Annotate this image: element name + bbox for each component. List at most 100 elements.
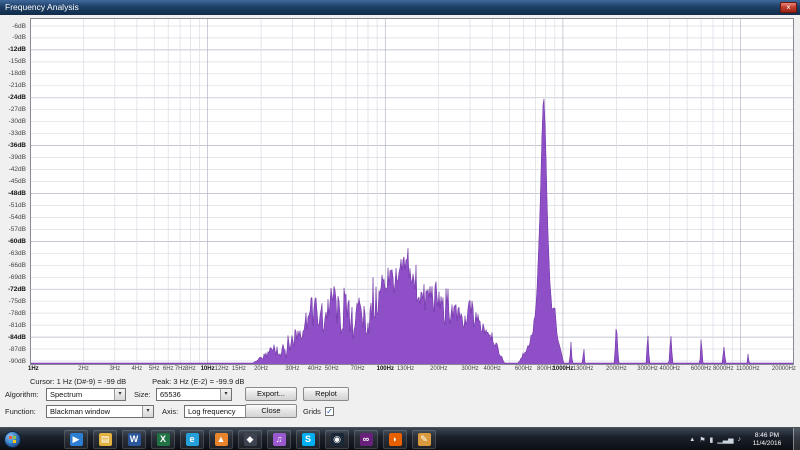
close-window-button[interactable]: × — [780, 2, 797, 13]
function-value: Blackman window — [50, 407, 110, 416]
x-tick-label: 4000Hz — [659, 366, 680, 372]
x-tick-label: 30Hz — [285, 366, 299, 372]
taskbar-icon-media-player-classic[interactable]: ◆ — [238, 430, 262, 449]
y-tick-label: -90dB — [9, 358, 26, 365]
frequency-analysis-dialog: -6dB-9dB-12dB-15dB-18dB-21dB-24dB-27dB-3… — [0, 15, 800, 427]
y-tick-label: -39dB — [9, 154, 26, 161]
x-tick-label: 70Hz — [351, 366, 365, 372]
chevron-down-icon: ▾ — [142, 406, 153, 417]
start-button[interactable] — [4, 431, 21, 448]
hidden-icons-chevron[interactable]: ▲ — [689, 437, 695, 443]
x-tick-label: 300Hz — [461, 366, 478, 372]
x-tick-label: 12Hz — [215, 366, 229, 372]
firefox-icon: ◗ — [389, 433, 402, 446]
x-tick-label: 1000Hz — [553, 366, 574, 372]
peak-readout: Peak: 3 Hz (E-2) = -99.9 dB — [152, 377, 244, 386]
x-tick-label: 11000Hz — [736, 366, 760, 372]
action-center-icon[interactable]: ⚑ — [699, 436, 705, 444]
x-tick-label: 1300Hz — [573, 366, 594, 372]
power-icon[interactable]: ▮ — [709, 436, 713, 444]
y-axis-labels: -6dB-9dB-12dB-15dB-18dB-21dB-24dB-27dB-3… — [0, 18, 28, 365]
y-tick-label: -45dB — [9, 178, 26, 185]
size-label: Size: — [134, 388, 151, 402]
taskbar-icon-internet-explorer[interactable]: e — [180, 430, 204, 449]
y-tick-label: -48dB — [8, 190, 26, 197]
export-button[interactable]: Export... — [245, 387, 297, 401]
clock-date: 11/4/2016 — [745, 440, 789, 448]
y-tick-label: -72dB — [8, 286, 26, 293]
y-tick-label: -33dB — [9, 130, 26, 137]
itunes-icon: ♫ — [273, 433, 286, 446]
media-player-classic-icon: ◆ — [244, 433, 257, 446]
volume-icon[interactable]: ♪ — [738, 436, 742, 443]
taskbar-icon-excel[interactable]: X — [151, 430, 175, 449]
algorithm-select[interactable]: Spectrum ▾ — [46, 388, 126, 401]
windows-media-player-icon: ▶ — [70, 433, 83, 446]
x-tick-label: 4Hz — [132, 366, 143, 372]
y-tick-label: -12dB — [8, 46, 26, 53]
taskbar-icon-visual-studio[interactable]: ∞ — [354, 430, 378, 449]
size-select[interactable]: 65536 ▾ — [156, 388, 232, 401]
show-desktop-button[interactable] — [793, 428, 800, 450]
y-tick-label: -24dB — [8, 94, 26, 101]
chevron-down-icon: ▾ — [220, 389, 231, 400]
y-tick-label: -42dB — [9, 166, 26, 173]
grids-label: Grids — [303, 405, 321, 419]
x-tick-label: 200Hz — [430, 366, 447, 372]
taskbar-icon-windows-media-player[interactable]: ▶ — [64, 430, 88, 449]
x-tick-label: 10Hz — [201, 366, 215, 372]
x-tick-label: 15Hz — [232, 366, 246, 372]
cursor-readout: Cursor: 1 Hz (D#-9) = -99 dB — [30, 377, 126, 386]
paint-icon: ✎ — [418, 433, 431, 446]
x-tick-label: 130Hz — [397, 366, 414, 372]
x-tick-label: 6000Hz — [691, 366, 712, 372]
clock-time: 8:46 PM — [745, 432, 789, 440]
replot-button[interactable]: Replot — [303, 387, 349, 401]
taskbar-icon-vlc[interactable]: ▲ — [209, 430, 233, 449]
grids-checkbox[interactable]: ✓ — [325, 407, 334, 416]
y-tick-label: -81dB — [9, 322, 26, 329]
x-tick-label: 6Hz — [163, 366, 174, 372]
taskbar-icon-word[interactable]: W — [122, 430, 146, 449]
x-tick-label: 2000Hz — [606, 366, 627, 372]
titlebar[interactable]: Frequency Analysis × — [0, 0, 800, 15]
y-tick-label: -15dB — [9, 58, 26, 65]
taskbar-icon-skype[interactable]: S — [296, 430, 320, 449]
screen: Frequency Analysis × -6dB-9dB-12dB-15dB-… — [0, 0, 800, 450]
visual-studio-icon: ∞ — [360, 433, 373, 446]
taskbar-icon-steam[interactable]: ◉ — [325, 430, 349, 449]
y-tick-label: -21dB — [9, 82, 26, 89]
network-icon[interactable]: ▁▃▅ — [717, 436, 733, 444]
word-icon: W — [128, 433, 141, 446]
close-button[interactable]: Close — [245, 404, 297, 418]
steam-icon: ◉ — [331, 433, 344, 446]
spectrum-plot[interactable] — [30, 18, 794, 365]
size-value: 65536 — [160, 390, 181, 399]
y-tick-label: -57dB — [9, 226, 26, 233]
y-tick-label: -84dB — [8, 334, 26, 341]
skype-icon: S — [302, 433, 315, 446]
internet-explorer-icon: e — [186, 433, 199, 446]
function-select[interactable]: Blackman window ▾ — [46, 405, 154, 418]
taskbar-icon-windows-explorer[interactable]: ▤ — [93, 430, 117, 449]
taskbar-icon-itunes[interactable]: ♫ — [267, 430, 291, 449]
windows-logo-icon — [9, 436, 16, 443]
system-tray: ▲ ⚑ ▮ ▁▃▅ ♪ 8:46 PM 11/4/2016 — [689, 428, 800, 450]
y-tick-label: -75dB — [9, 298, 26, 305]
x-tick-label: 600Hz — [515, 366, 532, 372]
taskbar: ▶ ▤ W Xe ▲ ◆ ♫ S ◉ ∞ ◗ ✎ ▲ ⚑ ▮ ▁▃▅ ♪ 8:46 PM 11/4/2016 — [0, 427, 800, 450]
y-tick-label: -78dB — [9, 310, 26, 317]
x-tick-label: 20Hz — [254, 366, 268, 372]
axis-value: Log frequency — [188, 407, 236, 416]
y-tick-label: -9dB — [12, 34, 26, 41]
excel-icon: X — [157, 433, 170, 446]
y-tick-label: -54dB — [9, 214, 26, 221]
y-tick-label: -69dB — [9, 274, 26, 281]
taskbar-clock[interactable]: 8:46 PM 11/4/2016 — [745, 432, 789, 448]
taskbar-icon-paint[interactable]: ✎ — [412, 430, 436, 449]
y-tick-label: -60dB — [8, 238, 26, 245]
function-label: Function: — [5, 405, 36, 419]
x-axis-labels: 1Hz2Hz3Hz4Hz5Hz6Hz7Hz8Hz10Hz12Hz15Hz20Hz… — [0, 366, 800, 375]
taskbar-icon-firefox[interactable]: ◗ — [383, 430, 407, 449]
x-tick-label: 2Hz — [78, 366, 89, 372]
